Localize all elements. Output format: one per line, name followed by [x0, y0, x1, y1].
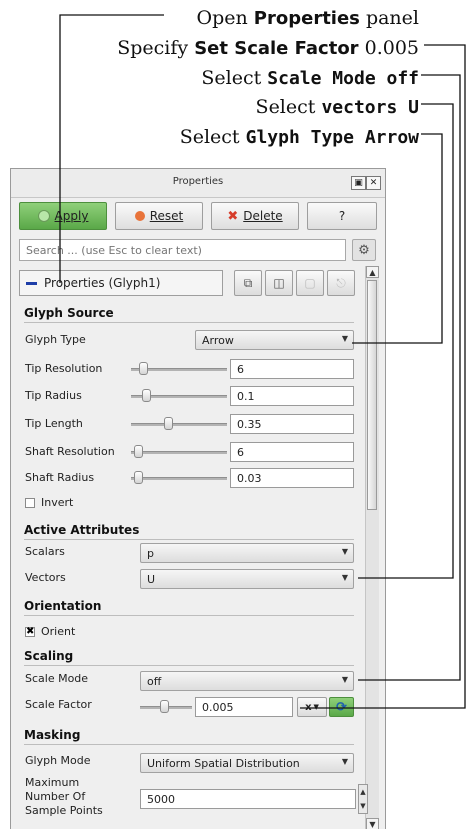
tip-radius-slider[interactable] — [131, 389, 227, 403]
scale-multiply-button[interactable]: x ▼ — [297, 697, 327, 717]
close-panel-icon[interactable]: ✕ — [366, 176, 381, 190]
properties-content: Glyph Source Glyph Type Arrow ▼ Tip Resol… — [11, 169, 368, 829]
shaft-radius-field[interactable] — [230, 468, 354, 488]
scale-factor-field[interactable] — [195, 697, 293, 717]
vectors-label: Vectors — [25, 571, 66, 584]
scale-mode-label: Scale Mode — [25, 672, 89, 685]
max-sample-points-spinner[interactable]: ▲ ▼ — [358, 784, 368, 814]
tip-resolution-field[interactable] — [230, 359, 354, 379]
callout-scale-mode: Select Scale Mode off — [201, 67, 419, 89]
reset-scale-refresh-icon[interactable]: ⟳ — [329, 697, 354, 717]
vertical-scrollbar[interactable]: ▲ ▼ — [365, 266, 379, 829]
tip-radius-label: Tip Radius — [25, 389, 82, 402]
section-scaling: Scaling — [24, 649, 74, 663]
divider — [24, 322, 354, 323]
vectors-select[interactable]: U ▼ — [140, 569, 354, 589]
divider — [24, 615, 354, 616]
chevron-down-icon: ▼ — [313, 703, 319, 711]
shaft-resolution-label: Shaft Resolution — [25, 445, 115, 458]
callout-open-properties: Open Properties panel — [196, 7, 419, 29]
scrollbar-thumb[interactable] — [367, 280, 377, 510]
callout-scale-factor: Specify Set Scale Factor 0.005 — [117, 37, 419, 59]
glyph-mode-select[interactable]: Uniform Spatial Distribution ▼ — [140, 753, 354, 773]
tip-resolution-label: Tip Resolution — [25, 362, 103, 375]
tip-length-field[interactable] — [230, 414, 354, 434]
tip-length-label: Tip Length — [25, 417, 83, 430]
divider — [24, 744, 354, 745]
invert-checkbox[interactable] — [25, 498, 35, 508]
shaft-radius-slider[interactable] — [131, 471, 227, 485]
section-orientation: Orientation — [24, 599, 102, 613]
chevron-down-icon: ▼ — [341, 334, 348, 343]
scalars-select[interactable]: p ▼ — [140, 543, 354, 563]
scale-mode-select[interactable]: off ▼ — [140, 671, 354, 691]
chevron-down-icon: ▼ — [341, 547, 348, 556]
max-sample-points-field[interactable] — [140, 789, 356, 809]
shaft-resolution-field[interactable] — [230, 442, 354, 462]
glyph-mode-label: Glyph Mode — [25, 754, 91, 767]
shaft-resolution-slider[interactable] — [131, 445, 227, 459]
max-sample-points-label: Maximum Number Of Sample Points — [25, 776, 103, 817]
chevron-down-icon: ▼ — [341, 675, 348, 684]
callout-glyph-type: Select Glyph Type Arrow — [179, 126, 419, 148]
section-masking: Masking — [24, 728, 81, 742]
tip-resolution-slider[interactable] — [131, 362, 227, 376]
divider — [24, 539, 354, 540]
chevron-down-icon: ▼ — [341, 757, 348, 766]
section-active-attributes: Active Attributes — [24, 523, 140, 537]
scale-factor-label: Scale Factor — [25, 698, 92, 711]
glyph-type-label: Glyph Type — [25, 333, 86, 346]
orient-checkbox[interactable]: ✖ — [25, 627, 35, 637]
shaft-radius-label: Shaft Radius — [25, 471, 95, 484]
scroll-up-icon[interactable]: ▲ — [366, 266, 379, 278]
section-glyph-source: Glyph Source — [24, 306, 114, 320]
chevron-down-icon: ▼ — [341, 573, 348, 582]
orient-label: Orient — [41, 625, 76, 638]
divider — [24, 665, 354, 666]
scalars-label: Scalars — [25, 545, 65, 558]
scale-factor-slider[interactable] — [140, 700, 192, 714]
invert-label: Invert — [41, 496, 74, 509]
tip-radius-field[interactable] — [230, 386, 354, 406]
glyph-type-select[interactable]: Arrow ▼ — [195, 330, 354, 350]
callout-vectors: Select vectors U — [255, 96, 419, 118]
tip-length-slider[interactable] — [131, 417, 227, 431]
scroll-down-icon[interactable]: ▼ — [366, 818, 379, 829]
properties-panel: Properties ▣ ✕ Apply Reset ✖ Delete ? ⚙ … — [10, 168, 386, 829]
